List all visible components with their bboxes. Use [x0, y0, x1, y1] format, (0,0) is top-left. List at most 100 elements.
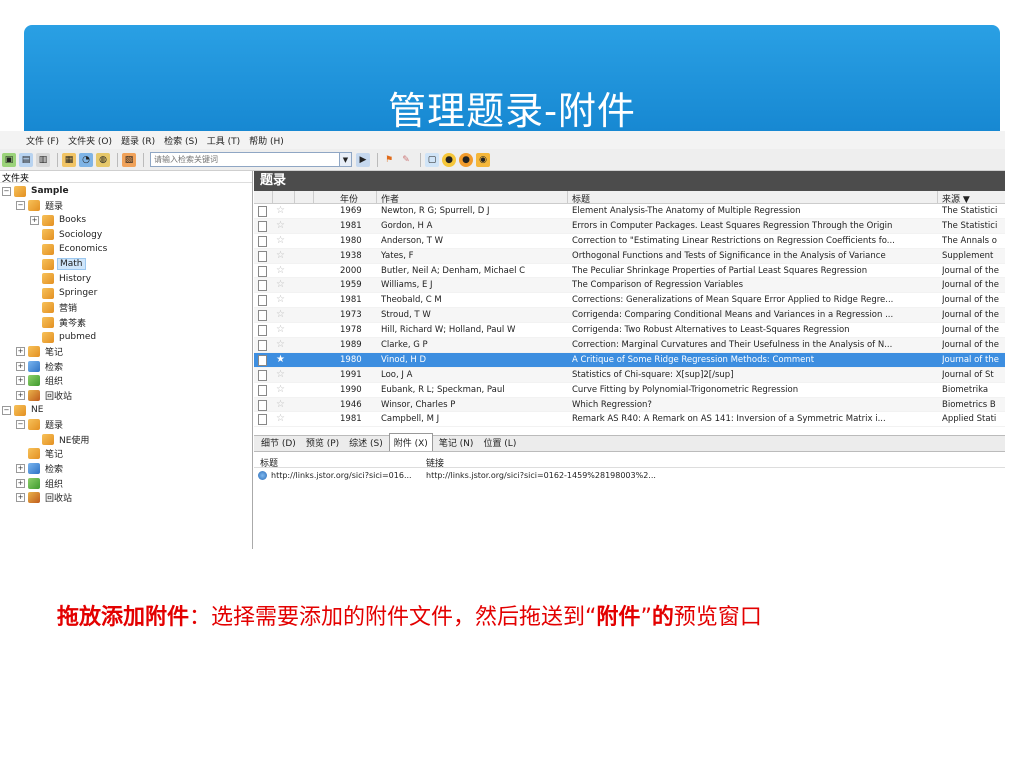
tree-item[interactable]: + 检索 [16, 461, 65, 475]
star-icon[interactable]: ☆ [276, 384, 285, 395]
search-input[interactable] [150, 152, 340, 167]
attachment-row[interactable]: http://links.jstor.org/sici?sici=016... … [254, 469, 1005, 483]
circle-red-icon[interactable]: ◉ [476, 152, 490, 167]
tree-item[interactable]: + 回收站 [16, 491, 74, 505]
menu-item-1[interactable]: 文件夹 (O) [68, 134, 112, 147]
expand-icon[interactable]: + [16, 390, 25, 400]
caption-part: 的 [651, 605, 674, 630]
star-icon[interactable]: ☆ [276, 413, 285, 424]
tab-2[interactable]: 综述 (S) [345, 434, 387, 451]
table-row[interactable]: ☆ 1990 Eubank, R L; Speckman, Paul Curve Fi… [254, 383, 1005, 398]
tab-5[interactable]: 位置 (L) [479, 434, 520, 451]
collapse-icon[interactable]: − [16, 420, 25, 430]
cell-year: 1981 [340, 414, 362, 425]
star-icon[interactable]: ☆ [276, 220, 285, 231]
import-icon[interactable]: ▦ [62, 152, 76, 167]
tree-item[interactable]: + Books [30, 213, 88, 227]
attachment-column-title[interactable]: 标题 [260, 456, 278, 469]
menu-item-0[interactable]: 文件 (F) [26, 134, 59, 147]
folder-tree: 文件夹 − Sample − 题录 + Books Sociology Economics Ma… [0, 171, 253, 549]
star-icon[interactable]: ☆ [276, 339, 285, 350]
table-row[interactable]: ☆ 1973 Stroud, T W Corrigenda: Comparing Co… [254, 308, 1005, 324]
tree-item[interactable]: Springer [30, 286, 99, 300]
tree-item[interactable]: − 题录 [16, 199, 65, 213]
expand-icon[interactable]: + [30, 215, 39, 225]
table-row[interactable]: ☆ 2000 Butler, Neil A; Denham, Michael C Th… [254, 264, 1005, 279]
star-icon[interactable]: ☆ [276, 250, 285, 261]
menu-item-4[interactable]: 工具 (T) [207, 134, 240, 147]
tree-item[interactable]: NE使用 [30, 432, 91, 446]
tree-item[interactable]: 黄芩素 [30, 315, 88, 329]
table-row[interactable]: ☆ 1981 Campbell, M J Remark AS R40: A Remar… [254, 412, 1005, 428]
table-row[interactable]: ☆ 1981 Theobald, C M Corrections: Generaliz… [254, 293, 1005, 309]
tab-3[interactable]: 附件 (X) [388, 433, 433, 451]
tab-0[interactable]: 细节 (D) [257, 434, 300, 451]
help-icon[interactable]: ◍ [96, 152, 110, 167]
menu-item-2[interactable]: 题录 (R) [121, 134, 155, 147]
tab-1[interactable]: 预览 (P) [302, 434, 343, 451]
table-row[interactable]: ☆ 1991 Loo, J A Statistics of Chi-square: X… [254, 367, 1005, 383]
star-icon[interactable]: ☆ [276, 309, 285, 320]
copy-ref-icon[interactable]: ▥ [36, 152, 50, 167]
tree-item[interactable]: + 检索 [16, 359, 65, 373]
tree-item[interactable]: − 题录 [16, 418, 65, 432]
star-icon[interactable]: ☆ [276, 279, 285, 290]
expand-icon[interactable]: + [16, 376, 25, 386]
attachment-link[interactable]: http://links.jstor.org/sici?sici=0162-14… [426, 471, 656, 480]
tree-item[interactable]: 笔记 [16, 447, 65, 461]
expand-icon[interactable]: + [16, 493, 25, 503]
menu-item-3[interactable]: 检索 (S) [164, 134, 198, 147]
star-icon[interactable]: ☆ [276, 369, 285, 380]
table-row[interactable]: ☆ 1980 Anderson, T W Correction to "Estimat… [254, 234, 1005, 249]
search-go-icon[interactable]: ▶ [356, 152, 370, 167]
star-icon[interactable]: ☆ [276, 235, 285, 246]
tree-item[interactable]: History [30, 272, 93, 286]
new-ref-icon[interactable]: ▣ [2, 152, 16, 167]
expand-icon[interactable]: + [16, 361, 25, 371]
tree-item[interactable]: + 组织 [16, 476, 65, 490]
tree-item[interactable]: pubmed [30, 330, 98, 344]
tag-icon[interactable]: ✎ [399, 153, 413, 167]
table-row[interactable]: ☆ 1938 Yates, F Orthogonal Functions and Te… [254, 248, 1005, 264]
tree-item[interactable]: − Sample [2, 184, 71, 198]
star-icon[interactable]: ☆ [276, 294, 285, 305]
tab-4[interactable]: 笔记 (N) [435, 434, 478, 451]
expand-icon[interactable]: + [16, 347, 25, 357]
attachment-column-link[interactable]: 链接 [426, 456, 444, 469]
tree-item[interactable]: − NE [2, 403, 45, 417]
tree-item[interactable]: Economics [30, 242, 109, 256]
tree-item[interactable]: 营销 [30, 301, 79, 315]
tree-item[interactable]: + 组织 [16, 374, 65, 388]
tree-item[interactable]: Sociology [30, 228, 104, 242]
collapse-icon[interactable]: − [2, 405, 11, 415]
export-icon[interactable]: ▧ [122, 152, 136, 167]
table-row[interactable]: ☆ 1989 Clarke, G P Correction: Marginal Cur… [254, 338, 1005, 353]
table-row[interactable]: ☆ 1978 Hill, Richard W; Holland, Paul W Cor… [254, 323, 1005, 339]
table-row[interactable]: ☆ 1969 Newton, R G; Spurrell, D J Element A… [254, 204, 1005, 219]
table-row[interactable]: ☆ 1981 Gordon, H A Errors in Computer Packa… [254, 218, 1005, 234]
star-icon[interactable]: ☆ [276, 399, 285, 410]
collapse-icon[interactable]: − [16, 201, 25, 211]
expand-icon[interactable]: + [16, 478, 25, 488]
edit-ref-icon[interactable]: ▤ [19, 152, 33, 167]
reference-list: ☆ 1969 Newton, R G; Spurrell, D J Element A… [254, 204, 1005, 428]
star-icon[interactable]: ☆ [276, 324, 285, 335]
circle-yellow-icon[interactable]: ● [442, 152, 456, 167]
tree-item[interactable]: + 笔记 [16, 345, 65, 359]
menu-item-5[interactable]: 帮助 (H) [249, 134, 284, 147]
star-icon[interactable]: ★ [276, 354, 285, 365]
note-icon[interactable]: ▢ [425, 152, 439, 167]
expand-icon[interactable]: + [16, 463, 25, 473]
star-icon[interactable]: ☆ [276, 205, 285, 216]
tree-item[interactable]: Math [30, 257, 86, 271]
circle-orange-icon[interactable]: ● [459, 152, 473, 167]
flag-icon[interactable]: ⚑ [382, 153, 396, 167]
online-search-icon[interactable]: ◔ [79, 152, 93, 167]
search-dropdown-icon[interactable]: ▼ [340, 152, 352, 167]
tree-item[interactable]: + 回收站 [16, 388, 74, 402]
table-row[interactable]: ☆ 1959 Williams, E J The Comparison of Regr… [254, 278, 1005, 294]
collapse-icon[interactable]: − [2, 186, 11, 196]
table-row[interactable]: ★ 1980 Vinod, H D A Critique of Some Ridge … [254, 352, 1005, 368]
star-icon[interactable]: ☆ [276, 265, 285, 276]
table-row[interactable]: ☆ 1946 Winsor, Charles P Which Regression? B… [254, 397, 1005, 413]
